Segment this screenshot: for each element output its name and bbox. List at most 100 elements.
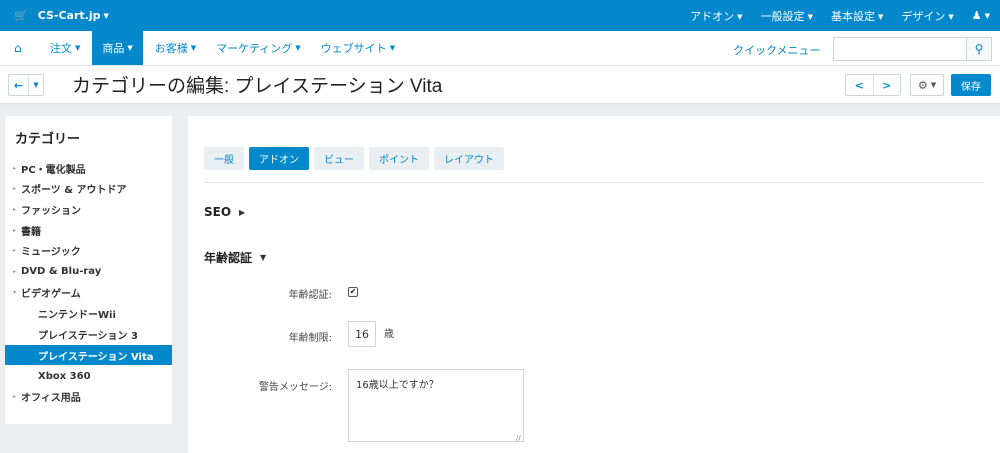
chevron-right-icon: ▸ (13, 164, 17, 172)
chevron-right-icon[interactable]: > (874, 75, 901, 95)
chevron-down-icon: ▼ (948, 12, 954, 21)
menu-base-settings[interactable]: 基本設定 ▼ (831, 8, 883, 24)
tab-view[interactable]: ビュー (314, 147, 364, 170)
nav-customers-label: お客様 (154, 42, 188, 55)
sidebar-item-label: プレイステーション 3 (38, 330, 138, 342)
sidebar-item-music[interactable]: ▸ ミュージック (5, 240, 172, 260)
tab-layout[interactable]: レイアウト (434, 147, 504, 170)
title-bar: ← ▼ カテゴリーの編集: プレイステーション Vita < > ⚙ ▼ 保存 (0, 65, 1000, 103)
sidebar-item-label: PC・電化製品 (21, 164, 86, 176)
sidebar-item-label: ニンテンドーWii (38, 309, 116, 321)
menu-settings[interactable]: 一般設定 ▼ (761, 8, 813, 24)
divider (204, 182, 984, 183)
age-check-checkbox[interactable]: ✔ (348, 287, 358, 297)
chevron-right-icon: ▸ (13, 226, 17, 234)
top-bar: 🛒 CS-Cart.jp ▼ アドオン ▼ 一般設定 ▼ 基本設定 ▼ デザイン ▼ ♟… (0, 0, 1000, 31)
chevron-down-icon: ▼ (389, 44, 396, 52)
page-title: カテゴリーの編集: プレイステーション Vita (72, 76, 443, 97)
sidebar-item-dvd[interactable]: ▸ DVD & Blu-ray (5, 261, 172, 281)
nav-marketing-label: マーケティング (216, 42, 293, 55)
nav-marketing[interactable]: マーケティング ▼ (206, 31, 311, 65)
age-limit-input[interactable]: 16 (348, 321, 376, 347)
sidebar-item-label: オフィス用品 (21, 392, 81, 404)
chevron-right-icon: ▸ (13, 184, 17, 192)
home-icon[interactable]: ⌂ (14, 41, 22, 55)
cart-icon: 🛒 (14, 9, 28, 22)
chevron-left-icon[interactable]: < (846, 75, 874, 95)
search-icon[interactable]: ⚲ (966, 37, 992, 61)
store-name: CS-Cart.jp (37, 9, 101, 22)
sidebar-item-label: Xbox 360 (38, 370, 91, 382)
nav-products-label: 商品 (102, 42, 125, 55)
nav-website[interactable]: ウェブサイト ▼ (311, 31, 405, 65)
chevron-down-icon: ▼ (984, 12, 990, 20)
main-panel: 一般 アドオン ビュー ポイント レイアウト SEO ▶ 年齢認証 ▼ 年齢認証… (188, 116, 1000, 453)
sidebar-item-sports[interactable]: ▸ スポーツ & アウトドア (5, 178, 172, 198)
main-nav: ⌂ 注文 ▼ 商品 ▼ お客様 ▼ マーケティング ▼ ウェブサイト ▼ クイックメニュー… (0, 31, 1000, 65)
sidebar-item-fashion[interactable]: ▸ ファッション (5, 199, 172, 219)
category-sidebar: カテゴリー ▸ PC・電化製品 ▸ スポーツ & アウトドア ▸ ファッション ▸ 書籍… (5, 116, 172, 424)
sidebar-item-wii[interactable]: ニンテンドーWii (5, 303, 172, 323)
chevron-down-icon[interactable]: ▼ (29, 75, 43, 95)
chevron-right-icon: ▸ (13, 246, 17, 254)
quick-menu-link[interactable]: クイックメニュー (733, 42, 821, 58)
section-seo-label: SEO (204, 205, 232, 219)
nav-products[interactable]: 商品 ▼ (92, 31, 143, 65)
sidebar-item-books[interactable]: ▸ 書籍 (5, 220, 172, 240)
sidebar-item-label: ミュージック (21, 246, 81, 258)
chevron-down-icon: ▼ (103, 11, 109, 20)
menu-design-label: デザイン (901, 9, 946, 23)
menu-addons[interactable]: アドオン ▼ (690, 8, 742, 24)
sidebar-item-label: 書籍 (21, 226, 41, 238)
user-icon: ♟ (971, 9, 982, 22)
menu-settings-label: 一般設定 (760, 9, 805, 23)
warning-message-field[interactable]: 16歳以上ですか？ (348, 369, 524, 442)
sidebar-item-ps3[interactable]: プレイステーション 3 (5, 324, 172, 344)
tab-points[interactable]: ポイント (369, 147, 429, 170)
warning-message-label: 警告メッセージ: (258, 382, 332, 393)
chevron-down-icon: ▼ (807, 12, 813, 21)
sidebar-item-pc[interactable]: ▸ PC・電化製品 (5, 158, 172, 178)
age-check-label: 年齢認証: (288, 290, 332, 301)
search-input[interactable] (833, 37, 966, 61)
sidebar-item-office[interactable]: ▸ オフィス用品 (5, 386, 172, 406)
sidebar-item-label: スポーツ & アウトドア (21, 184, 127, 196)
chevron-right-icon: ▸ (13, 267, 17, 275)
menu-addons-label: アドオン (690, 9, 735, 23)
sidebar-item-label: ファッション (21, 205, 81, 217)
chevron-down-icon: ▼ (295, 44, 301, 52)
chevron-right-icon: ▸ (13, 205, 17, 213)
sidebar-item-label: DVD & Blu-ray (21, 265, 102, 277)
prev-next-pager: < > (845, 74, 901, 96)
sidebar-item-psvita[interactable]: プレイステーション Vita (5, 345, 172, 365)
tab-bar: 一般 アドオン ビュー ポイント レイアウト (204, 147, 509, 170)
sidebar-item-label: ビデオゲーム (21, 288, 81, 300)
chevron-down-icon: ▼ (737, 12, 743, 21)
back-arrow-icon[interactable]: ← (9, 75, 29, 95)
gear-icon[interactable]: ⚙ ▼ (910, 74, 944, 96)
chevron-down-icon: ▼ (127, 44, 133, 52)
nav-website-label: ウェブサイト (320, 42, 387, 55)
menu-base-settings-label: 基本設定 (830, 9, 875, 23)
menu-design[interactable]: デザイン ▼ (901, 8, 953, 24)
save-button[interactable]: 保存 (951, 74, 991, 96)
chevron-down-icon: ▼ (190, 44, 197, 52)
nav-orders[interactable]: 注文 ▼ (40, 31, 90, 65)
sidebar-item-xbox360[interactable]: Xbox 360 (5, 366, 172, 386)
section-seo-toggle[interactable]: SEO ▶ (204, 205, 245, 219)
resize-handle-icon[interactable]: ∕∕ (516, 434, 521, 442)
age-limit-label: 年齢制限: (288, 333, 332, 344)
chevron-right-icon: ▸ (13, 392, 17, 400)
sidebar-heading: カテゴリー (15, 132, 81, 147)
section-age-toggle[interactable]: 年齢認証 ▼ (204, 249, 266, 266)
sidebar-item-videogames[interactable]: ▾ ビデオゲーム (5, 282, 172, 302)
sidebar-item-label: プレイステーション Vita (38, 351, 154, 363)
user-menu[interactable]: ♟ ▼ (972, 9, 990, 22)
nav-customers[interactable]: お客様 ▼ (145, 31, 206, 65)
tab-general[interactable]: 一般 (204, 147, 244, 170)
age-unit-label: 歳 (384, 329, 394, 340)
chevron-down-icon: ▾ (13, 288, 17, 296)
store-switcher[interactable]: 🛒 CS-Cart.jp ▼ (14, 0, 109, 31)
chevron-right-icon: ▶ (239, 207, 246, 217)
tab-addons[interactable]: アドオン (249, 147, 309, 170)
